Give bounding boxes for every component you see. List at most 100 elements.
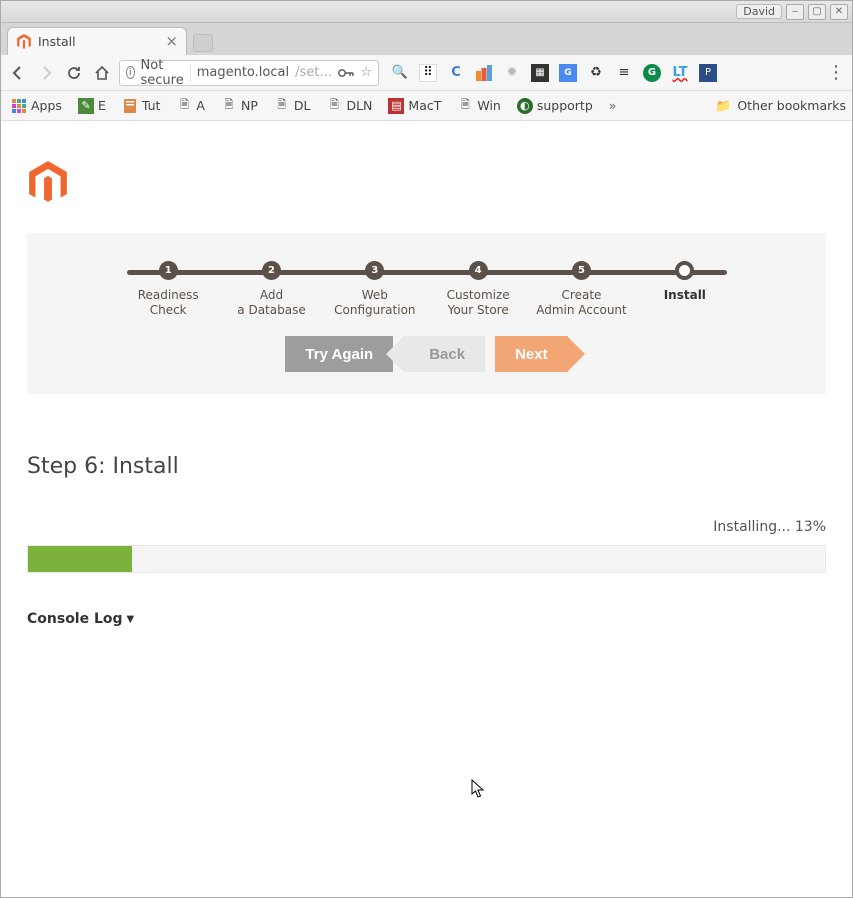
bookmark-label: Win xyxy=(477,98,500,113)
url-path: /set… xyxy=(295,65,332,80)
bookmark-label: DLN xyxy=(346,98,372,113)
bookmark-dl[interactable]: 🗎 DL xyxy=(270,96,315,116)
window-maximize-button[interactable]: ▢ xyxy=(808,4,826,20)
ext-icon-6[interactable]: G xyxy=(559,64,577,82)
step-label: CustomizeYour Store xyxy=(447,288,510,318)
file-icon: 🗎 xyxy=(457,98,473,114)
bookmark-label: A xyxy=(196,98,205,113)
file-icon: 🗎 xyxy=(176,98,192,114)
ext-icon-7[interactable]: ♻ xyxy=(587,64,605,82)
nav-home-button[interactable] xyxy=(91,62,113,84)
bookmark-apps[interactable]: Apps xyxy=(7,96,66,116)
bookmarks-bar: Apps ✎E Tut 🗎A 🗎NP 🗎DL 🗎DLN ▤MacT 🗎Win ◐… xyxy=(1,91,852,121)
page-icon: ▤ xyxy=(388,98,404,114)
wizard-stepper: 1 ReadinessCheck 2 Adda Database 3 WebConfi… xyxy=(27,233,826,394)
ext-icon-3[interactable] xyxy=(475,64,493,82)
os-user-button[interactable]: David xyxy=(736,4,782,19)
console-log-toggle[interactable]: Console Log ▼ xyxy=(27,611,826,627)
bookmark-win[interactable]: 🗎 Win xyxy=(453,96,504,116)
evernote-icon: ✎ xyxy=(78,98,94,114)
bookmark-label: Apps xyxy=(31,98,62,113)
bookmark-overflow-button[interactable]: » xyxy=(609,98,617,113)
step-create-admin[interactable]: 5CreateAdmin Account xyxy=(530,261,633,318)
tab-title: Install xyxy=(38,34,76,49)
ext-icon-5[interactable]: ▦ xyxy=(531,64,549,82)
browser-menu-button[interactable]: ⋮ xyxy=(826,62,846,83)
bookmark-label: Tut xyxy=(142,98,161,113)
next-button[interactable]: Next xyxy=(495,336,568,372)
page-icon xyxy=(122,98,138,114)
step-install[interactable]: Install xyxy=(633,261,736,318)
bookmark-a[interactable]: 🗎A xyxy=(172,96,209,116)
bookmark-np[interactable]: 🗎 NP xyxy=(217,96,262,116)
bookmark-label: E xyxy=(98,98,106,113)
folder-icon: 📁 xyxy=(716,98,732,114)
nav-back-button[interactable] xyxy=(7,62,29,84)
tab-close-icon[interactable]: × xyxy=(165,34,178,49)
ext-icon-8[interactable]: ≡ xyxy=(615,64,633,82)
step-label: ReadinessCheck xyxy=(138,288,199,318)
magento-icon xyxy=(16,34,32,50)
ext-icon-10[interactable]: LT xyxy=(671,64,689,82)
window-minimize-button[interactable]: ‒ xyxy=(786,4,804,20)
security-label: Not secure xyxy=(141,58,184,88)
browser-toolbar: i Not secure magento.local/set… ☆ 🔍 ⠿ C … xyxy=(1,55,852,91)
nav-reload-button[interactable] xyxy=(63,62,85,84)
progress-fill xyxy=(28,546,132,572)
step-dot: 1 xyxy=(159,261,178,280)
file-icon: 🗎 xyxy=(221,98,237,114)
step-dot xyxy=(675,261,694,280)
step-add-database[interactable]: 2 Adda Database xyxy=(220,261,323,318)
info-icon: i xyxy=(126,66,135,79)
ext-icon-9[interactable]: G xyxy=(643,64,661,82)
step-web-configuration[interactable]: 3 WebConfiguration xyxy=(323,261,426,318)
console-log-label: Console Log xyxy=(27,611,123,627)
address-bar[interactable]: i Not secure magento.local/set… ☆ xyxy=(119,60,379,86)
bookmark-label: supportp xyxy=(537,98,593,113)
bookmark-mact[interactable]: ▤ MacT xyxy=(384,96,445,116)
page-title: Step 6: Install xyxy=(27,454,826,479)
star-icon[interactable]: ☆ xyxy=(360,65,372,80)
step-dot: 4 xyxy=(469,261,488,280)
window-close-button[interactable]: ✕ xyxy=(830,4,848,20)
search-icon[interactable]: 🔍 xyxy=(391,64,409,82)
other-bookmarks-label: Other bookmarks xyxy=(737,98,846,113)
file-icon: 🗎 xyxy=(274,98,290,114)
bookmark-supportp[interactable]: ◐supportp xyxy=(513,96,597,116)
ext-icon-4[interactable]: ✹ xyxy=(503,64,521,82)
chevron-down-icon: ▼ xyxy=(127,614,135,625)
key-icon xyxy=(338,68,354,78)
mouse-cursor-icon xyxy=(471,779,487,799)
step-label: Adda Database xyxy=(237,288,305,318)
browser-tabstrip: Install × xyxy=(1,23,852,55)
bookmark-tut[interactable]: Tut xyxy=(118,96,165,116)
ext-icon-2[interactable]: C xyxy=(447,64,465,82)
step-readiness-check[interactable]: 1 ReadinessCheck xyxy=(117,261,220,318)
step-dot: 3 xyxy=(365,261,384,280)
other-bookmarks-button[interactable]: 📁 Other bookmarks xyxy=(716,98,846,114)
magento-logo-icon xyxy=(27,161,69,205)
step-dot: 2 xyxy=(262,261,281,280)
bookmark-label: DL xyxy=(294,98,311,113)
step-label: WebConfiguration xyxy=(334,288,415,318)
bookmark-e[interactable]: ✎E xyxy=(74,96,110,116)
os-titlebar: David ‒ ▢ ✕ xyxy=(1,1,852,23)
bookmark-label: NP xyxy=(241,98,258,113)
step-customize-store[interactable]: 4 CustomizeYour Store xyxy=(427,261,530,318)
back-button[interactable]: Back xyxy=(403,336,485,372)
extension-icons: 🔍 ⠿ C ✹ ▦ G ♻ ≡ G LT P xyxy=(391,64,717,82)
try-again-button[interactable]: Try Again xyxy=(285,336,393,372)
browser-tab-active[interactable]: Install × xyxy=(7,27,187,55)
step-label: Install xyxy=(664,288,706,303)
ext-icon-1[interactable]: ⠿ xyxy=(419,64,437,82)
bookmark-label: MacT xyxy=(408,98,441,113)
new-tab-button[interactable] xyxy=(193,34,213,52)
ext-icon-11[interactable]: P xyxy=(699,64,717,82)
install-status-text: Installing... 13% xyxy=(27,519,826,535)
file-icon: 🗎 xyxy=(326,98,342,114)
bookmark-dln[interactable]: 🗎 DLN xyxy=(322,96,376,116)
step-label: CreateAdmin Account xyxy=(536,288,627,318)
install-progress-bar xyxy=(27,545,826,573)
nav-forward-button xyxy=(35,62,57,84)
apps-icon xyxy=(11,98,27,114)
